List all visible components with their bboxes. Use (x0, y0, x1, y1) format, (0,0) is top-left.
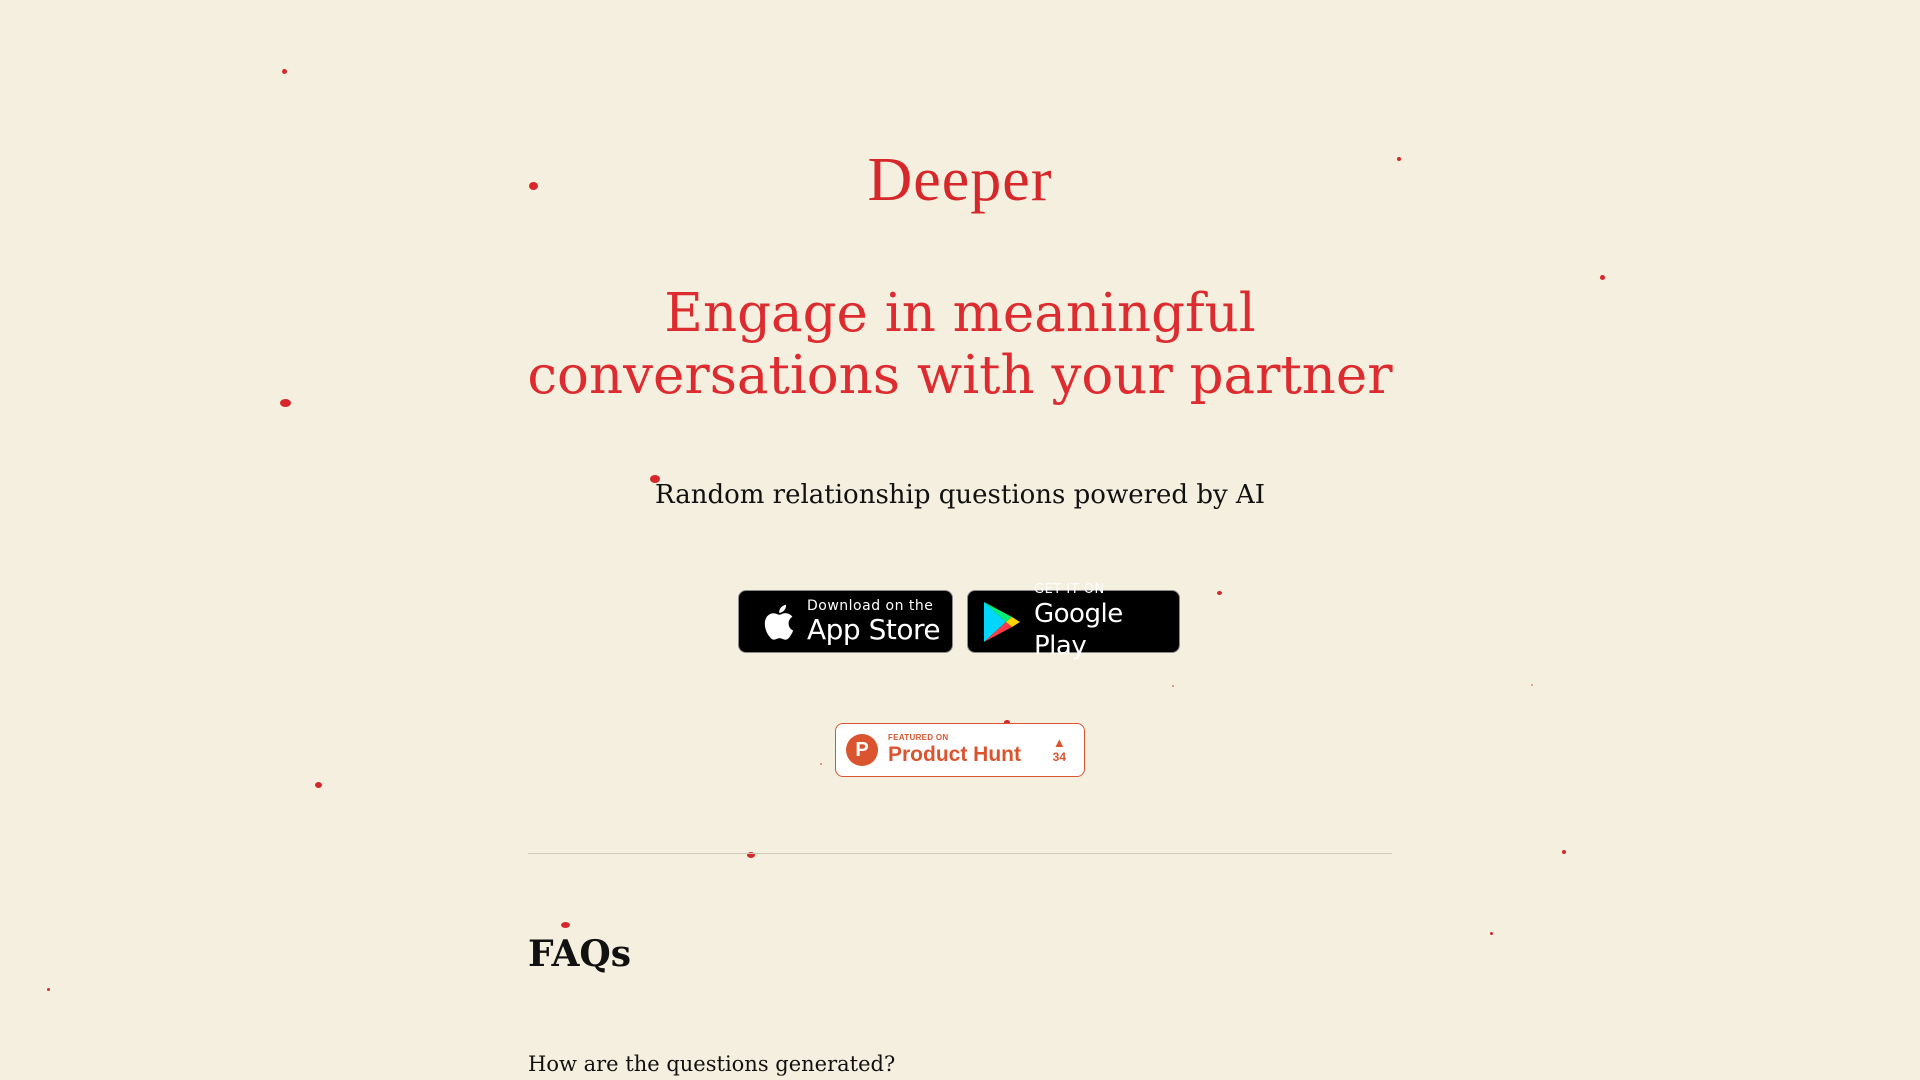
decor-dot (315, 782, 322, 788)
decor-dot (282, 69, 287, 74)
google-play-button[interactable]: GET IT ON Google Play (967, 582, 1180, 661)
hero-headline: Engage in meaningful conversations with … (460, 283, 1460, 407)
decor-dot (1172, 685, 1174, 687)
section-divider (528, 853, 1392, 854)
hero-headline-line-2: conversations with your partner (527, 345, 1393, 406)
product-hunt-votes: ▲ 34 (1052, 735, 1066, 765)
google-play-big-text: Google Play (1034, 598, 1123, 661)
faq-question[interactable]: How are the questions generated? (528, 1050, 895, 1078)
decor-dot (280, 399, 291, 407)
decor-dot (1562, 850, 1566, 854)
hero-headline-line-1: Engage in meaningful (664, 283, 1256, 344)
app-store-label: Download on the App Store (807, 597, 941, 646)
product-hunt-name: Product Hunt (888, 743, 1021, 766)
app-store-button[interactable]: Download on the App Store (738, 590, 953, 653)
product-hunt-vote-count: 34 (1052, 750, 1066, 764)
upvote-arrow-icon: ▲ (1052, 735, 1066, 750)
product-hunt-logo-icon: P (846, 734, 878, 766)
decor-dot (1600, 275, 1605, 280)
product-hunt-badge[interactable]: P FEATURED ON Product Hunt ▲ 34 (835, 723, 1085, 777)
decor-dot (1531, 684, 1533, 686)
decor-dot (1490, 932, 1493, 935)
google-play-icon (980, 600, 1024, 644)
app-store-small-text: Download on the (807, 597, 934, 614)
google-play-small-text: GET IT ON (1034, 581, 1105, 597)
faq-heading: FAQs (528, 933, 632, 975)
product-hunt-featured-label: FEATURED ON (888, 733, 949, 742)
apple-icon (757, 601, 797, 643)
decor-dot (47, 988, 50, 991)
app-store-big-text: App Store (807, 612, 941, 646)
decor-dot (1217, 591, 1222, 595)
google-play-label: GET IT ON Google Play (1034, 582, 1179, 662)
brand-logo: Deeper (867, 146, 1053, 214)
decor-dot (820, 763, 822, 765)
decor-dot (561, 922, 570, 928)
hero-subtitle: Random relationship questions powered by… (655, 480, 1265, 510)
product-hunt-text: FEATURED ON Product Hunt (888, 733, 1021, 767)
